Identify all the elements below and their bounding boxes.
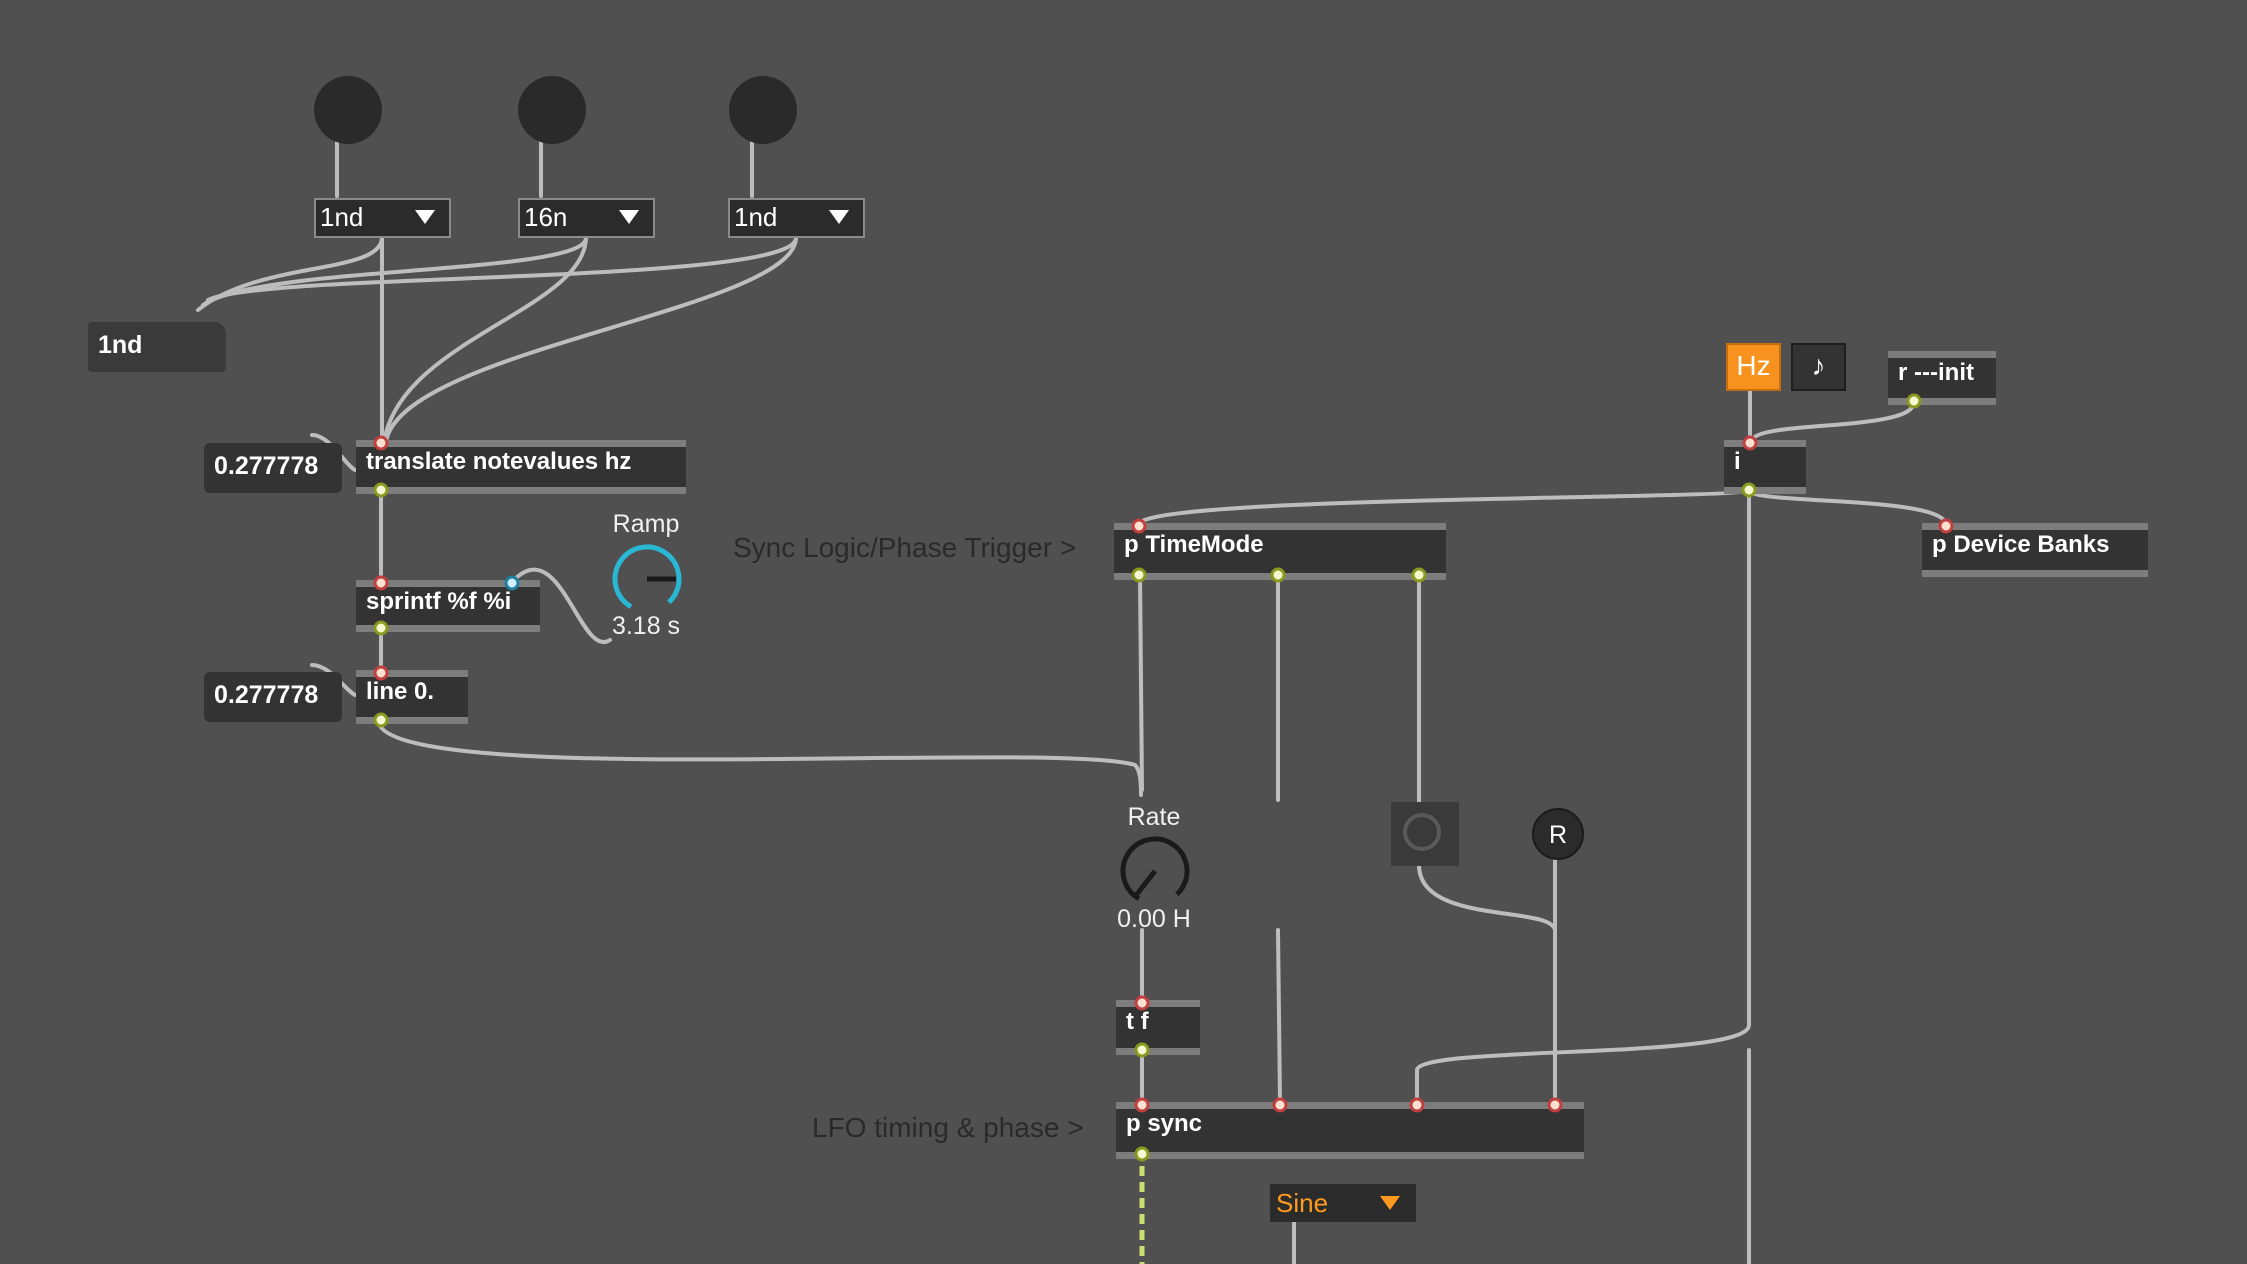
inlet: [373, 575, 389, 591]
outlet: [373, 620, 389, 636]
inlet: [1134, 995, 1150, 1011]
inlet: [1272, 1097, 1288, 1113]
inlet: [1131, 518, 1147, 534]
outlet: [1906, 393, 1922, 409]
outlet: [1134, 1042, 1150, 1058]
inlet: [1938, 518, 1954, 534]
outlet: [1741, 482, 1757, 498]
outlet: [1134, 1146, 1150, 1162]
outlet: [1411, 567, 1427, 583]
inlet: [373, 435, 389, 451]
patcher-canvas[interactable]: 1nd 16n 1nd 1nd 0.277778 0.277778 transl…: [0, 0, 2247, 1264]
inlet: [1134, 1097, 1150, 1113]
inlet: [504, 575, 520, 591]
outlet: [1270, 567, 1286, 583]
outlet: [373, 482, 389, 498]
inlet: [1742, 435, 1758, 451]
ports-layer: [373, 393, 1954, 1162]
outlet: [1131, 567, 1147, 583]
inlet: [373, 665, 389, 681]
inlet: [1547, 1097, 1563, 1113]
outlet: [373, 712, 389, 728]
inlet: [1409, 1097, 1425, 1113]
